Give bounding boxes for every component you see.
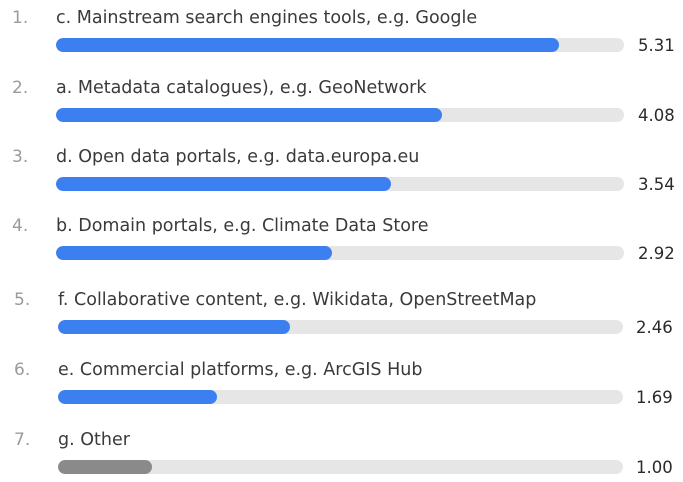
rank-number: 6. (14, 360, 31, 380)
bar-fill (56, 246, 333, 260)
bar-track (58, 390, 623, 404)
rank-label: d. Open data portals, e.g. data.europa.e… (56, 147, 420, 167)
rank-item: 6. e. Commercial platforms, e.g. ArcGIS H… (0, 352, 683, 412)
rank-item: 3. d. Open data portals, e.g. data.europa… (0, 139, 683, 199)
bar-value: 5.31 (638, 36, 675, 55)
bar-fill (58, 320, 290, 334)
rank-label: e. Commercial platforms, e.g. ArcGIS Hub (58, 360, 423, 380)
rank-number: 3. (12, 147, 29, 167)
bar-value: 2.92 (638, 244, 675, 263)
bar-track (56, 38, 624, 52)
bar-value: 4.08 (638, 106, 675, 125)
rank-number: 4. (12, 216, 29, 236)
rank-number: 7. (14, 430, 31, 450)
bar-fill (56, 108, 443, 122)
rank-item: 7. g. Other 1.00 (0, 422, 683, 482)
rank-label: f. Collaborative content, e.g. Wikidata,… (58, 290, 537, 310)
bar-track (56, 108, 624, 122)
ranking-chart: 1. c. Mainstream search engines tools, e.… (0, 0, 683, 480)
bar-track (56, 177, 624, 191)
bar-value: 1.69 (636, 388, 673, 407)
rank-item: 4. b. Domain portals, e.g. Climate Data S… (0, 208, 683, 268)
bar-fill (56, 177, 392, 191)
bar-track (58, 460, 623, 474)
rank-number: 1. (12, 8, 29, 28)
rank-item: 1. c. Mainstream search engines tools, e.… (0, 0, 683, 60)
bar-value: 3.54 (638, 175, 675, 194)
bar-fill (58, 390, 218, 404)
rank-label: b. Domain portals, e.g. Climate Data Sto… (56, 216, 429, 236)
rank-number: 5. (14, 290, 31, 310)
rank-number: 2. (12, 78, 29, 98)
bar-track (58, 320, 623, 334)
rank-item: 2. a. Metadata catalogues), e.g. GeoNetwo… (0, 70, 683, 130)
rank-label: a. Metadata catalogues), e.g. GeoNetwork (56, 78, 427, 98)
bar-value: 2.46 (636, 318, 673, 337)
rank-label: c. Mainstream search engines tools, e.g.… (56, 8, 478, 28)
rank-item: 5. f. Collaborative content, e.g. Wikidat… (0, 282, 683, 342)
bar-fill (58, 460, 153, 474)
rank-label: g. Other (58, 430, 130, 450)
bar-track (56, 246, 624, 260)
bar-value: 1.00 (636, 458, 673, 477)
bar-fill (56, 38, 559, 52)
